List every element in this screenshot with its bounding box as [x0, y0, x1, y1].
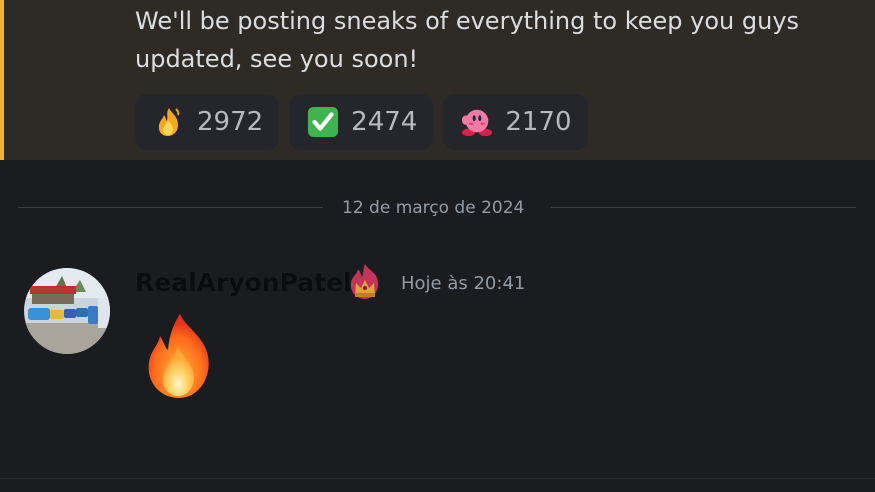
divider-line [18, 207, 323, 208]
kirby-icon [461, 106, 493, 138]
highlighted-message: We'll be posting sneaks of everything to… [0, 0, 875, 160]
reaction-kirby[interactable]: 2170 [443, 94, 588, 150]
reaction-fire[interactable]: 2972 [135, 94, 280, 150]
message-text: We'll be posting sneaks of everything to… [135, 7, 800, 73]
reaction-count: 2170 [505, 107, 572, 137]
flaming-crown-icon [345, 262, 385, 302]
chat-view: We'll be posting sneaks of everything to… [0, 0, 875, 492]
reactions-row: 2972 2474 2170 [135, 94, 588, 150]
avatar[interactable] [24, 268, 110, 354]
fire-icon [153, 106, 185, 138]
date-divider-label: 12 de março de 2024 [342, 198, 525, 218]
reaction-count: 2972 [197, 107, 264, 137]
message-timestamp: Hoje às 20:41 [401, 273, 526, 294]
composer-divider [0, 478, 875, 479]
fire-emoji-icon [142, 312, 216, 402]
mention-highlight-bar [0, 0, 4, 160]
reaction-count: 2474 [351, 107, 418, 137]
divider-line [551, 207, 856, 208]
check-mark-icon [307, 106, 339, 138]
reaction-check[interactable]: 2474 [289, 94, 434, 150]
username[interactable]: RealAryonPatel [135, 266, 352, 300]
